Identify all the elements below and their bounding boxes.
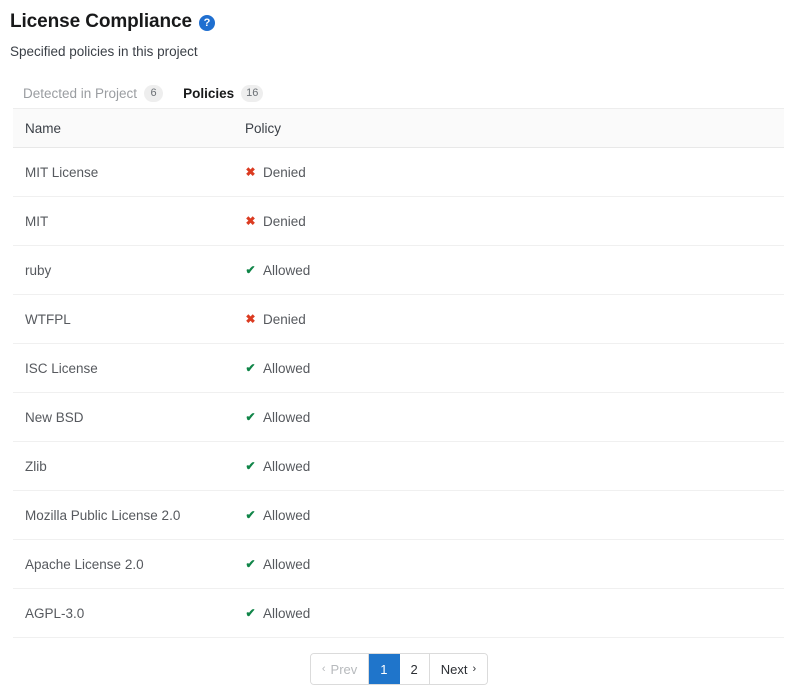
table-row[interactable]: New BSD ✔ Allowed xyxy=(13,393,784,442)
tab-label: Policies xyxy=(183,86,234,101)
check-icon: ✔ xyxy=(245,607,256,619)
status-label: Denied xyxy=(263,214,306,229)
tab-badge-count: 6 xyxy=(144,85,163,102)
cell-license-name: Mozilla Public License 2.0 xyxy=(13,508,245,523)
title-row: License Compliance ? xyxy=(10,10,798,34)
cell-policy: ✔ Allowed xyxy=(245,263,784,278)
page-subtitle: Specified policies in this project xyxy=(10,43,798,60)
cell-license-name: MIT License xyxy=(13,165,245,180)
chevron-right-icon: › xyxy=(472,664,476,675)
check-icon: ✔ xyxy=(245,460,256,472)
status-label: Allowed xyxy=(263,557,310,572)
cell-license-name: New BSD xyxy=(13,410,245,425)
table-header-row: Name Policy xyxy=(13,109,784,148)
table-row[interactable]: MIT ✖ Denied xyxy=(13,197,784,246)
table-row[interactable]: ISC License ✔ Allowed xyxy=(13,344,784,393)
cell-license-name: AGPL-3.0 xyxy=(13,606,245,621)
pagination-next-label: Next xyxy=(441,662,468,677)
column-header-policy: Policy xyxy=(245,121,784,136)
table-row[interactable]: Apache License 2.0 ✔ Allowed xyxy=(13,540,784,589)
table-row[interactable]: AGPL-3.0 ✔ Allowed xyxy=(13,589,784,638)
cell-policy: ✔ Allowed xyxy=(245,508,784,523)
check-icon: ✔ xyxy=(245,362,256,374)
cell-policy: ✔ Allowed xyxy=(245,459,784,474)
cell-license-name: MIT xyxy=(13,214,245,229)
cross-icon: ✖ xyxy=(245,215,256,227)
table-row[interactable]: ruby ✔ Allowed xyxy=(13,246,784,295)
cell-policy: ✖ Denied xyxy=(245,165,784,180)
tab-label: Detected in Project xyxy=(23,86,137,101)
pagination: ‹ Prev 1 2 Next › xyxy=(310,653,488,685)
status-label: Allowed xyxy=(263,459,310,474)
cell-policy: ✖ Denied xyxy=(245,312,784,327)
page-header: License Compliance ? Specified policies … xyxy=(0,0,798,60)
cross-icon: ✖ xyxy=(245,313,256,325)
status-label: Allowed xyxy=(263,508,310,523)
status-label: Allowed xyxy=(263,410,310,425)
status-label: Allowed xyxy=(263,263,310,278)
pagination-prev-button[interactable]: ‹ Prev xyxy=(311,654,369,684)
cell-policy: ✔ Allowed xyxy=(245,606,784,621)
license-compliance-page: License Compliance ? Specified policies … xyxy=(0,0,798,697)
cell-license-name: ISC License xyxy=(13,361,245,376)
chevron-left-icon: ‹ xyxy=(322,664,326,675)
cell-policy: ✖ Denied xyxy=(245,214,784,229)
check-icon: ✔ xyxy=(245,509,256,521)
cell-license-name: WTFPL xyxy=(13,312,245,327)
table-row[interactable]: WTFPL ✖ Denied xyxy=(13,295,784,344)
cell-policy: ✔ Allowed xyxy=(245,557,784,572)
cell-policy: ✔ Allowed xyxy=(245,410,784,425)
status-label: Denied xyxy=(263,312,306,327)
pagination-next-button[interactable]: Next › xyxy=(430,654,487,684)
cell-license-name: ruby xyxy=(13,263,245,278)
tab-badge-count: 16 xyxy=(241,85,263,102)
column-header-name: Name xyxy=(13,121,245,136)
pagination-container: ‹ Prev 1 2 Next › xyxy=(0,653,798,685)
policies-table: Name Policy MIT License ✖ Denied MIT ✖ D… xyxy=(13,109,784,638)
cell-policy: ✔ Allowed xyxy=(245,361,784,376)
check-icon: ✔ xyxy=(245,264,256,276)
cell-license-name: Zlib xyxy=(13,459,245,474)
status-label: Allowed xyxy=(263,606,310,621)
page-title: License Compliance xyxy=(10,11,192,33)
table-row[interactable]: Mozilla Public License 2.0 ✔ Allowed xyxy=(13,491,784,540)
help-circle-icon[interactable]: ? xyxy=(199,15,215,31)
pagination-page-2[interactable]: 2 xyxy=(400,654,430,684)
pagination-prev-label: Prev xyxy=(331,662,358,677)
table-row[interactable]: Zlib ✔ Allowed xyxy=(13,442,784,491)
cell-license-name: Apache License 2.0 xyxy=(13,557,245,572)
pagination-page-1[interactable]: 1 xyxy=(369,654,399,684)
status-label: Denied xyxy=(263,165,306,180)
status-label: Allowed xyxy=(263,361,310,376)
check-icon: ✔ xyxy=(245,558,256,570)
table-row[interactable]: MIT License ✖ Denied xyxy=(13,148,784,197)
check-icon: ✔ xyxy=(245,411,256,423)
cross-icon: ✖ xyxy=(245,166,256,178)
